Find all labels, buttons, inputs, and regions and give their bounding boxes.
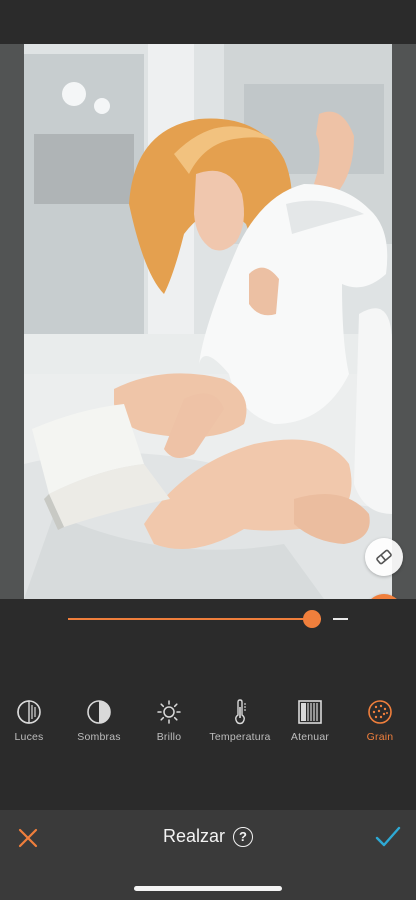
intensity-slider[interactable] [0, 599, 416, 689]
tool-shadows[interactable]: Sombras [59, 699, 139, 743]
tool-label: Luces [14, 731, 44, 743]
shadows-icon [86, 699, 112, 725]
tool-label: Temperatura [209, 731, 271, 743]
status-bar-area [0, 0, 416, 44]
grain-icon [367, 699, 393, 725]
tool-label: Atenuar [290, 731, 330, 743]
title-group: Realzar ? [0, 826, 416, 847]
tool-label: Sombras [77, 731, 121, 743]
slider-thumb[interactable] [302, 610, 321, 628]
slider-fill [68, 618, 312, 620]
help-icon[interactable]: ? [233, 826, 254, 847]
slider-gap [320, 614, 333, 624]
home-indicator [134, 886, 282, 891]
fade-icon [297, 699, 323, 725]
tool-brightness[interactable]: Brillo [129, 699, 209, 743]
tool-fade[interactable]: Atenuar [270, 699, 350, 743]
enhance-tools-bar: Luces Sombras Brillo Temperatura Atenuar… [0, 699, 416, 759]
eraser-button[interactable] [365, 538, 403, 576]
brightness-sun-icon [156, 699, 182, 725]
lights-icon [16, 699, 42, 725]
edited-photo[interactable] [24, 44, 392, 599]
thermometer-icon [227, 699, 253, 725]
eraser-icon [376, 549, 392, 565]
page-title: Realzar [162, 826, 226, 846]
checkmark-icon [375, 826, 401, 847]
tool-label: Brillo [156, 731, 182, 743]
photo-canvas [0, 44, 416, 599]
bottom-action-bar: Realzar ? [0, 810, 416, 900]
photo-illustration [24, 44, 392, 599]
tool-label: Grain [366, 731, 394, 743]
tool-grain[interactable]: Grain [340, 699, 416, 743]
tool-temperature[interactable]: Temperatura [200, 699, 280, 743]
confirm-button[interactable] [374, 824, 402, 850]
